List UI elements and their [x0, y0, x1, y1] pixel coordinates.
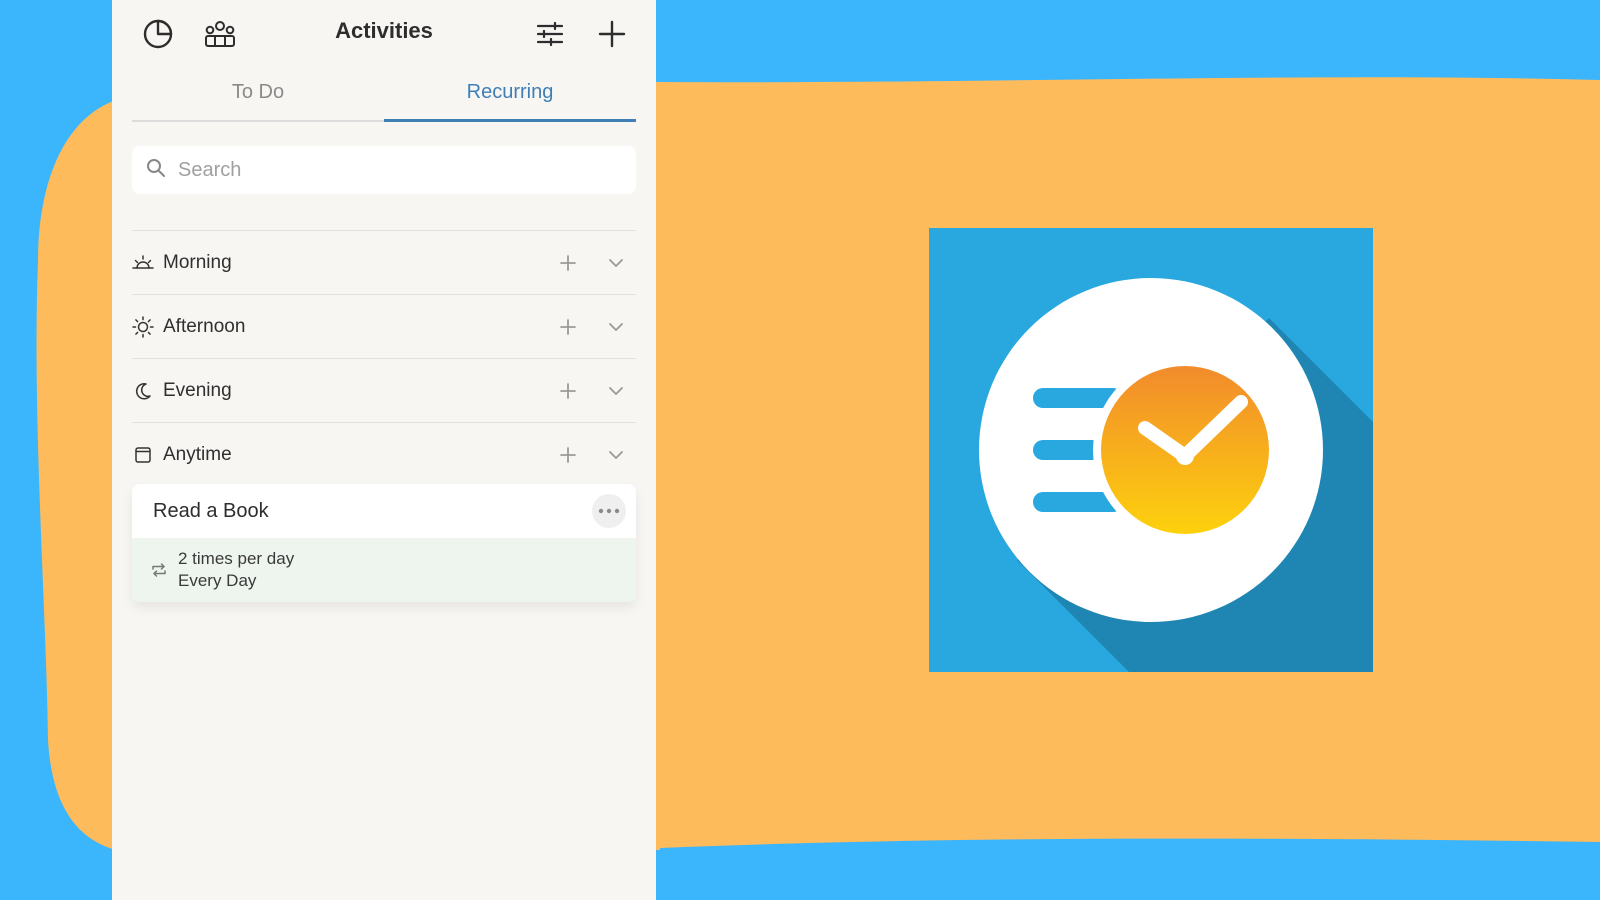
chevron-down-icon[interactable] — [604, 315, 628, 339]
activity-card[interactable]: Read a Book 2 times per day Every Day — [132, 484, 636, 602]
more-options-button[interactable] — [592, 494, 626, 528]
ellipsis-icon — [598, 508, 620, 514]
add-to-afternoon-icon[interactable] — [556, 315, 580, 339]
search-icon — [146, 158, 166, 183]
activity-card-header: Read a Book — [132, 484, 636, 538]
section-label: Afternoon — [163, 315, 246, 337]
recurrence-text: Every Day — [178, 571, 257, 590]
add-to-morning-icon[interactable] — [556, 251, 580, 275]
tab-bar: To Do Recurring — [132, 66, 636, 122]
section-evening[interactable]: Evening — [132, 359, 636, 423]
tab-to-do[interactable]: To Do — [132, 66, 384, 120]
section-list: Morning Afternoon Evening Anytime Read a… — [132, 230, 636, 602]
section-afternoon[interactable]: Afternoon — [132, 295, 636, 359]
sun-icon — [132, 315, 154, 338]
top-bar: Activities — [132, 0, 636, 66]
section-anytime[interactable]: Anytime — [132, 423, 636, 486]
filter-sliders-icon[interactable] — [532, 16, 568, 52]
section-label: Morning — [163, 251, 232, 273]
sunrise-icon — [132, 252, 154, 274]
search-input[interactable] — [176, 157, 580, 183]
search-box — [132, 146, 636, 194]
frequency-text: 2 times per day — [178, 549, 295, 568]
schedule-text: 2 times per day Every Day — [178, 548, 294, 592]
tab-recurring[interactable]: Recurring — [384, 66, 636, 122]
chevron-down-icon[interactable] — [604, 379, 628, 403]
chevron-down-icon[interactable] — [604, 251, 628, 275]
activity-schedule: 2 times per day Every Day — [132, 538, 636, 602]
activity-title: Read a Book — [153, 499, 269, 522]
app-logo-icon — [929, 228, 1373, 672]
chevron-down-icon[interactable] — [604, 443, 628, 467]
section-label: Evening — [163, 379, 232, 401]
section-label: Anytime — [163, 443, 232, 465]
pie-chart-icon[interactable] — [140, 16, 176, 52]
activities-panel: Activities To Do Recurring Morning — [112, 0, 656, 900]
moon-icon — [132, 380, 154, 402]
section-morning[interactable]: Morning — [132, 231, 636, 295]
repeat-icon — [149, 560, 169, 580]
add-to-evening-icon[interactable] — [556, 379, 580, 403]
add-to-anytime-icon[interactable] — [556, 443, 580, 467]
add-icon[interactable] — [594, 16, 630, 52]
square-icon — [132, 444, 154, 466]
group-icon[interactable] — [202, 16, 238, 52]
